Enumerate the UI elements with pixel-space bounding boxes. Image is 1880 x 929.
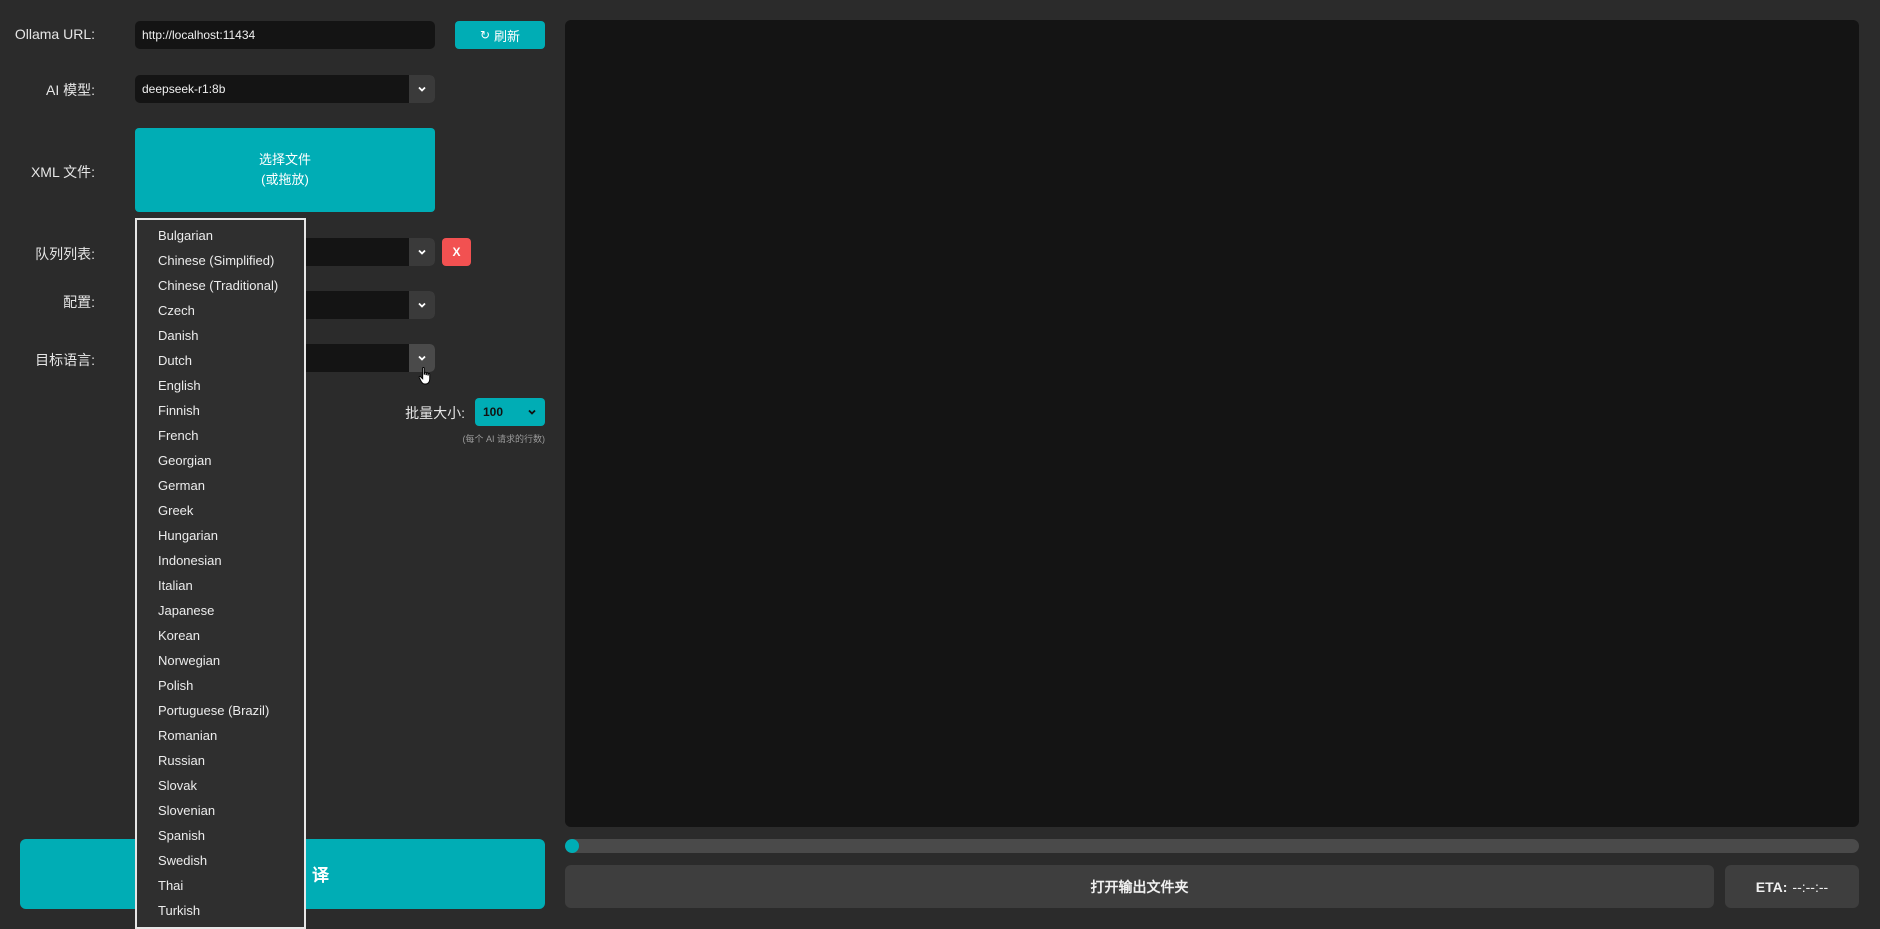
language-option[interactable]: Japanese	[137, 598, 304, 623]
language-option[interactable]: Danish	[137, 323, 304, 348]
chevron-down-icon	[418, 355, 426, 361]
clear-queue-button[interactable]: X	[442, 238, 471, 266]
ai-model-label: AI 模型:	[45, 82, 95, 98]
language-option[interactable]: Slovenian	[137, 798, 304, 823]
log-output-panel[interactable]	[565, 20, 1859, 827]
language-dropdown-list[interactable]: Bulgarian Chinese (Simplified) Chinese (Tr…	[135, 218, 306, 929]
target-language-label: 目标语言:	[35, 352, 95, 368]
language-option[interactable]: Polish	[137, 673, 304, 698]
chevron-down-icon	[528, 409, 536, 415]
eta-label: ETA:	[1755, 878, 1788, 895]
ai-model-value: deepseek-r1:8b	[142, 82, 226, 96]
refresh-label: 刷新	[494, 28, 521, 44]
language-option[interactable]: Russian	[137, 748, 304, 773]
progress-bar	[565, 839, 1859, 853]
refresh-button[interactable]: ↻ 刷新	[455, 21, 545, 49]
language-option[interactable]: Spanish	[137, 823, 304, 848]
language-option[interactable]: Czech	[137, 298, 304, 323]
language-option[interactable]: Bulgarian	[137, 223, 304, 248]
language-option[interactable]: French	[137, 423, 304, 448]
open-output-folder-button[interactable]: 打开输出文件夹	[565, 865, 1714, 908]
refresh-icon: ↻	[479, 28, 491, 42]
eta-display: ETA: --:--:--	[1725, 865, 1859, 908]
batch-size-value: 100	[483, 405, 504, 419]
language-option[interactable]: German	[137, 473, 304, 498]
language-option[interactable]: English	[137, 373, 304, 398]
queue-list-label: 队列列表:	[35, 246, 95, 262]
language-option[interactable]: Swedish	[137, 848, 304, 873]
xml-file-label: XML 文件:	[30, 164, 95, 180]
ollama-url-input[interactable]: http://localhost:11434	[135, 21, 435, 49]
language-option[interactable]: Portuguese (Brazil)	[137, 698, 304, 723]
ai-model-dropdown-button[interactable]	[409, 75, 435, 103]
language-option[interactable]: Indonesian	[137, 548, 304, 573]
language-option[interactable]: Finnish	[137, 398, 304, 423]
select-file-button[interactable]: 选择文件 (或拖放)	[135, 128, 435, 212]
language-option[interactable]: Greek	[137, 498, 304, 523]
hand-cursor-icon	[418, 367, 431, 385]
start-translate-label: 译	[312, 866, 329, 885]
progress-fill	[565, 839, 579, 853]
language-option[interactable]: Turkish	[137, 898, 304, 923]
language-option[interactable]: Chinese (Traditional)	[137, 273, 304, 298]
language-option[interactable]: Georgian	[137, 448, 304, 473]
language-option[interactable]: Thai	[137, 873, 304, 898]
language-option[interactable]: Romanian	[137, 723, 304, 748]
batch-size-label: 批量大小:	[405, 405, 465, 421]
language-option[interactable]: Hungarian	[137, 523, 304, 548]
queue-dropdown-button[interactable]	[409, 238, 435, 266]
language-option[interactable]: Norwegian	[137, 648, 304, 673]
drag-drop-hint: (或拖放)	[261, 172, 309, 187]
chevron-down-icon	[418, 302, 426, 308]
chevron-down-icon	[418, 249, 426, 255]
config-label: 配置:	[63, 294, 95, 310]
ai-model-select[interactable]: deepseek-r1:8b	[135, 75, 435, 103]
config-dropdown-button[interactable]	[409, 291, 435, 319]
eta-value: --:--:--	[1792, 878, 1829, 895]
select-file-label: 选择文件	[258, 152, 311, 167]
language-option[interactable]: Chinese (Simplified)	[137, 248, 304, 273]
language-option[interactable]: Slovak	[137, 773, 304, 798]
batch-size-hint: (每个 AI 请求的行数)	[462, 434, 546, 444]
chevron-down-icon	[418, 86, 426, 92]
language-option[interactable]: Korean	[137, 623, 304, 648]
language-option[interactable]: Dutch	[137, 348, 304, 373]
batch-size-select[interactable]: 100	[475, 398, 545, 426]
ollama-url-label: Ollama URL:	[14, 26, 95, 42]
language-option[interactable]: Italian	[137, 573, 304, 598]
